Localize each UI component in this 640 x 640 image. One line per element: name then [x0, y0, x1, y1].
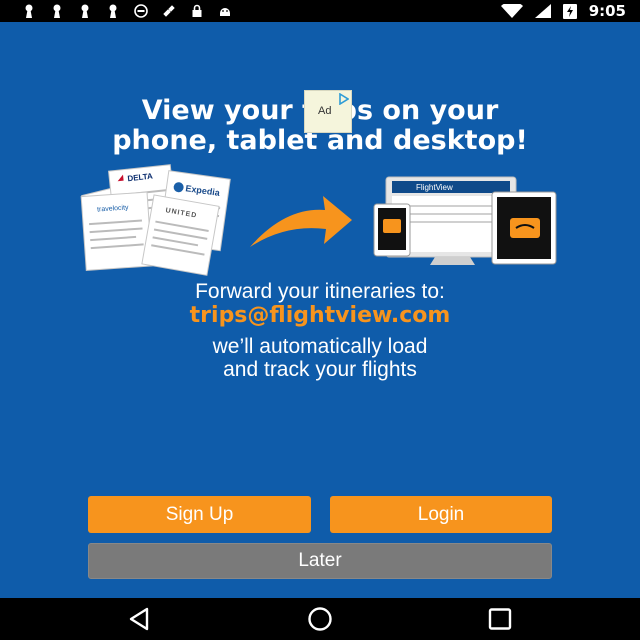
wifi-icon — [500, 4, 523, 18]
devices-image: FlightView — [373, 176, 557, 265]
navigation-bar — [0, 598, 640, 640]
ad-choices-icon[interactable] — [339, 93, 349, 105]
flightview-app-label: FlightView — [416, 183, 453, 192]
auto-track-line-2: and track your flights — [223, 358, 417, 381]
auto-track-line-1: we’ll automatically load — [212, 335, 428, 358]
circle-info-icon — [134, 4, 148, 18]
keyhole-icon — [109, 4, 117, 18]
itinerary-papers-image: DELTA travelocity Expedia UNITED — [80, 164, 231, 276]
later-button[interactable]: Later — [88, 543, 552, 579]
satellite-icon — [163, 5, 175, 17]
itinerary-illustration: DELTA travelocity Expedia UNITED FlightV… — [80, 164, 557, 276]
auto-track-description: we’ll automatically load and track your … — [0, 335, 640, 381]
keyhole-icon — [81, 4, 89, 18]
status-bar-notifications — [0, 4, 232, 18]
status-bar-system: 9:05 — [500, 2, 640, 20]
sign-up-button[interactable]: Sign Up — [88, 496, 311, 533]
signal-icon — [534, 4, 551, 18]
home-icon[interactable] — [306, 606, 334, 632]
keyhole-icon — [25, 4, 33, 18]
ad-label: Ad — [318, 105, 332, 117]
app-screen: View your trips on your phone, tablet an… — [0, 22, 640, 598]
forward-arrow-icon — [250, 196, 352, 247]
status-time: 9:05 — [588, 2, 626, 20]
ad-badge[interactable]: Ad — [304, 90, 352, 133]
android-icon — [220, 8, 230, 16]
login-button[interactable]: Login — [330, 496, 552, 533]
recents-icon[interactable] — [486, 606, 514, 632]
forwarding-email: trips@flightview.com — [189, 303, 451, 328]
back-icon[interactable] — [126, 606, 154, 632]
keyhole-icon — [53, 4, 61, 18]
lock-icon — [192, 4, 202, 17]
status-bar: 9:05 — [0, 0, 640, 22]
forward-instructions: Forward your itineraries to: — [195, 280, 445, 303]
battery-charging-icon — [562, 4, 577, 19]
